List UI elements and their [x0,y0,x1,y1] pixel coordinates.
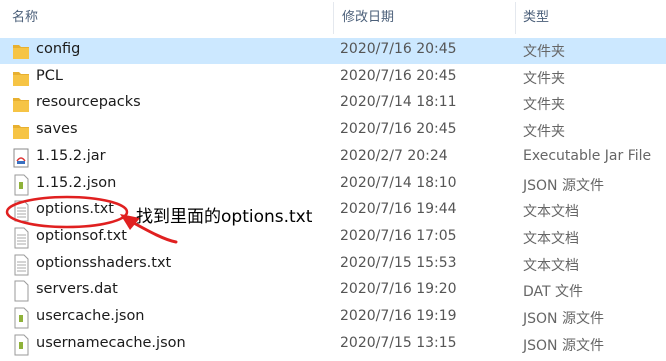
folder-icon [12,40,30,62]
file-type: 文本文档 [523,231,579,247]
column-divider[interactable] [515,2,516,34]
file-type: Executable Jar File [523,148,652,164]
json-file-icon [12,174,30,196]
file-name: optionsshaders.txt [36,255,172,271]
file-name: usercache.json [36,308,145,324]
file-type: 文件夹 [523,97,565,113]
file-type: 文件夹 [523,71,565,87]
file-row[interactable]: saves 2020/7/16 20:45 文件夹 [0,118,666,144]
file-modified-date: 2020/7/14 18:10 [340,175,457,191]
file-row[interactable]: config 2020/7/16 20:45 文件夹 [0,38,666,64]
file-type: 文本文档 [523,204,579,220]
file-type: 文件夹 [523,44,565,60]
folder-icon [12,93,30,115]
folder-icon [12,120,30,142]
file-name: usernamecache.json [36,335,186,351]
file-name: config [36,41,81,57]
file-type: JSON 源文件 [523,311,604,327]
file-row[interactable]: optionsshaders.txt 2020/7/15 15:53 文本文档 [0,252,666,278]
file-modified-date: 2020/7/15 13:15 [340,335,457,351]
column-header-bar: 名称 修改日期 类型 [0,0,666,36]
file-name: PCL [36,68,63,84]
file-modified-date: 2020/2/7 20:24 [340,148,448,164]
file-name: saves [36,121,78,137]
file-modified-date: 2020/7/16 19:20 [340,281,457,297]
file-modified-date: 2020/7/16 19:19 [340,308,457,324]
file-row[interactable]: usercache.json 2020/7/16 19:19 JSON 源文件 [0,305,666,331]
file-row[interactable]: usernamecache.json 2020/7/15 13:15 JSON 源文… [0,332,666,358]
file-modified-date: 2020/7/16 17:05 [340,228,457,244]
folder-icon [12,67,30,89]
text-file-icon [12,254,30,276]
json-file-icon [12,334,30,356]
file-row[interactable]: PCL 2020/7/16 20:45 文件夹 [0,65,666,91]
annotation-label: 找到里面的options.txt [136,207,313,227]
column-header-name[interactable]: 名称 [12,6,38,25]
json-file-icon [12,307,30,329]
file-modified-date: 2020/7/16 20:45 [340,121,457,137]
file-modified-date: 2020/7/16 20:45 [340,68,457,84]
file-name: resourcepacks [36,94,141,110]
file-row[interactable]: 1.15.2.jar 2020/2/7 20:24 Executable Jar F… [0,145,666,171]
column-divider[interactable] [333,2,334,34]
file-type: 文本文档 [523,258,579,274]
file-modified-date: 2020/7/14 18:11 [340,94,457,110]
blank-file-icon [12,280,30,302]
file-type: 文件夹 [523,124,565,140]
file-type: JSON 源文件 [523,178,604,194]
text-file-icon [12,227,30,249]
jar-icon [12,147,30,169]
column-header-date[interactable]: 修改日期 [342,6,394,25]
file-modified-date: 2020/7/16 20:45 [340,41,457,57]
file-row[interactable]: servers.dat 2020/7/16 19:20 DAT 文件 [0,278,666,304]
file-name: servers.dat [36,281,118,297]
file-name: 1.15.2.jar [36,148,106,164]
file-row[interactable]: resourcepacks 2020/7/14 18:11 文件夹 [0,91,666,117]
file-type: JSON 源文件 [523,338,604,354]
column-header-type[interactable]: 类型 [523,6,549,25]
file-type: DAT 文件 [523,284,584,300]
file-name: 1.15.2.json [36,175,117,191]
file-modified-date: 2020/7/16 19:44 [340,201,457,217]
file-modified-date: 2020/7/15 15:53 [340,255,457,271]
